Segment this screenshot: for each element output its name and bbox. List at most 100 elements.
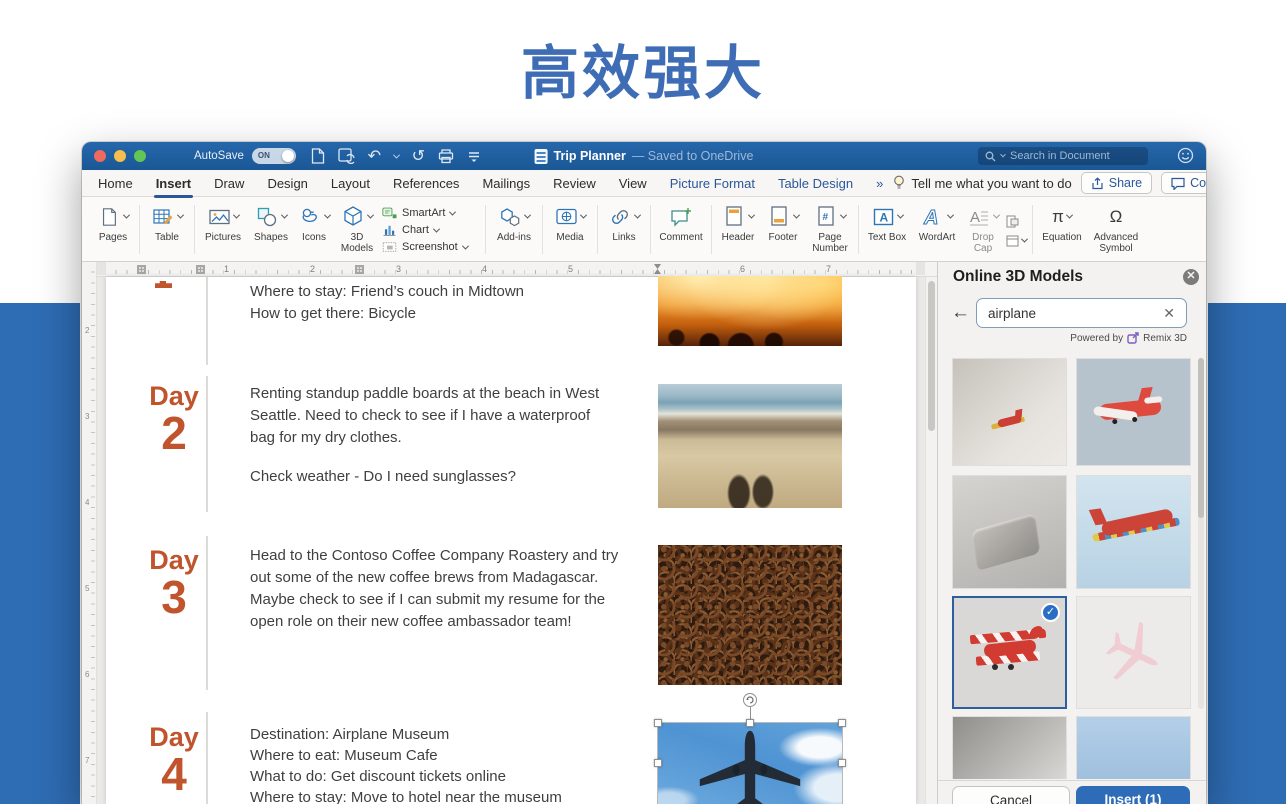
panel-scrollbar[interactable]	[1198, 358, 1204, 709]
comment-button[interactable]: Comment	[654, 200, 708, 261]
tab-picture-format[interactable]: Picture Format	[670, 176, 755, 191]
model-search-input[interactable]: airplane ✕	[976, 298, 1187, 328]
table-column-marker[interactable]	[355, 265, 364, 274]
tab-draw[interactable]: Draw	[214, 176, 244, 191]
table-button[interactable]: Table	[143, 200, 191, 261]
resize-handle-top-right[interactable]	[838, 719, 846, 727]
day2-beach-photo[interactable]	[658, 384, 842, 508]
tell-me-box[interactable]: Tell me what you want to do	[893, 175, 1071, 191]
search-in-document-input[interactable]: Search in Document	[978, 147, 1148, 165]
object-button[interactable]	[1006, 215, 1027, 228]
3d-models-button[interactable]: 3D Models	[334, 200, 380, 261]
doc-text-line[interactable]: Where to eat: Museum Cafe	[250, 747, 438, 764]
doc-text-line[interactable]: Maybe check to see if I can submit my re…	[250, 591, 605, 608]
model-thumb-striped-wing-plane[interactable]	[1076, 475, 1191, 589]
model-thumb-biplane-selected[interactable]: ✓	[952, 596, 1067, 709]
print-icon[interactable]	[438, 148, 455, 165]
day3-number[interactable]: 3	[136, 574, 212, 620]
wordart-button[interactable]: A WordArt	[912, 200, 962, 261]
tab-design[interactable]: Design	[267, 176, 307, 191]
day4-airplane-photo-selected[interactable]	[658, 723, 842, 804]
back-arrow-icon[interactable]: ←	[951, 302, 970, 324]
table-column-marker[interactable]	[196, 265, 205, 274]
doc-text-line[interactable]: open role on their new coffee ambassador…	[250, 613, 572, 630]
resize-handle-top-center[interactable]	[746, 719, 754, 727]
feedback-smiley-icon[interactable]	[1177, 147, 1194, 164]
doc-text-line[interactable]: How to get there: Bicycle	[250, 305, 416, 322]
undo-chevron-icon[interactable]	[393, 151, 400, 158]
advanced-symbol-button[interactable]: Ω Advanced Symbol	[1088, 200, 1144, 261]
page-number-button[interactable]: # Page Number	[805, 200, 855, 261]
tab-review[interactable]: Review	[553, 176, 596, 191]
rotate-handle[interactable]	[743, 693, 757, 707]
tab-mailings[interactable]: Mailings	[482, 176, 530, 191]
pictures-button[interactable]: Pictures	[198, 200, 248, 261]
doc-text-line[interactable]: Renting standup paddle boards at the bea…	[250, 385, 599, 402]
model-thumb-gray-slab[interactable]	[952, 475, 1067, 589]
media-button[interactable]: Media	[546, 200, 594, 261]
doc-text-line[interactable]: Head to the Contoso Coffee Company Roast…	[250, 547, 618, 564]
pages-button[interactable]: Pages	[90, 200, 136, 261]
panel-close-icon[interactable]: ✕	[1183, 269, 1199, 285]
drop-cap-button[interactable]: A Drop Cap	[962, 200, 1004, 261]
undo-icon[interactable]: ↶	[366, 148, 383, 165]
autosave-toggle[interactable]: ON	[252, 148, 296, 164]
new-document-icon[interactable]	[310, 148, 327, 165]
tab-overflow-chevron[interactable]: »	[876, 176, 883, 191]
resize-handle-mid-left[interactable]	[654, 759, 662, 767]
zoom-window-button[interactable]	[134, 150, 146, 162]
doc-text-line[interactable]: Where to stay: Move to hotel near the mu…	[250, 789, 562, 804]
day2-number[interactable]: 2	[136, 410, 212, 456]
doc-text-line[interactable]: Destination: Airplane Museum	[250, 726, 449, 743]
date-time-button[interactable]	[1006, 234, 1027, 247]
minimize-window-button[interactable]	[114, 150, 126, 162]
model-thumb-partial-blue[interactable]	[1076, 716, 1191, 779]
tab-layout[interactable]: Layout	[331, 176, 370, 191]
resize-handle-top-left[interactable]	[654, 719, 662, 727]
links-button[interactable]: Links	[601, 200, 647, 261]
day4-number[interactable]: 4	[136, 751, 212, 797]
doc-text-line[interactable]: out some of the new coffee brews from Ma…	[250, 569, 598, 586]
cancel-button[interactable]: Cancel	[952, 786, 1070, 804]
icons-button[interactable]: Icons	[294, 200, 334, 261]
add-ins-button[interactable]: Add-ins	[489, 200, 539, 261]
document-page[interactable]: 1 Where to stay: Friend’s couch in Midto…	[106, 277, 916, 804]
document-scrollbar[interactable]	[925, 277, 937, 804]
resize-handle-mid-right[interactable]	[838, 759, 846, 767]
customize-toolbar-icon[interactable]	[466, 148, 483, 165]
search-scope-chevron-icon[interactable]	[1000, 152, 1006, 158]
table-column-marker[interactable]	[137, 265, 146, 274]
doc-text-line[interactable]: Seattle. Need to check to see if I have …	[250, 407, 590, 424]
tab-references[interactable]: References	[393, 176, 459, 191]
model-thumb-small-red-plane[interactable]	[952, 358, 1067, 466]
model-thumb-pale-pink-plane[interactable]	[1076, 596, 1191, 709]
clear-search-icon[interactable]: ✕	[1163, 305, 1175, 322]
selected-check-icon[interactable]: ✓	[1041, 603, 1060, 622]
close-window-button[interactable]	[94, 150, 106, 162]
comments-button[interactable]: Comments	[1161, 172, 1206, 194]
doc-text-line[interactable]: Check weather - Do I need sunglasses?	[250, 468, 516, 485]
doc-text-line[interactable]: bag for my dry clothes.	[250, 429, 402, 446]
smartart-button[interactable]: SmartArt	[382, 205, 480, 221]
table-resize-marker[interactable]	[653, 264, 662, 275]
doc-text-line[interactable]: What to do: Get discount tickets online	[250, 768, 506, 785]
tab-insert[interactable]: Insert	[156, 176, 191, 191]
shapes-button[interactable]: Shapes	[248, 200, 294, 261]
tab-view[interactable]: View	[619, 176, 647, 191]
chart-button[interactable]: Chart	[382, 222, 480, 238]
save-sync-icon[interactable]	[338, 148, 355, 165]
header-button[interactable]: Header	[715, 200, 761, 261]
share-button[interactable]: Share	[1081, 172, 1152, 194]
redo-icon[interactable]: ↺	[410, 148, 427, 165]
panel-scrollbar-thumb[interactable]	[1198, 358, 1204, 518]
day1-number-partial[interactable]: 1	[155, 281, 172, 296]
text-box-button[interactable]: A Text Box	[862, 200, 912, 261]
insert-button[interactable]: Insert (1)	[1076, 786, 1190, 804]
doc-text-line[interactable]: Where to stay: Friend’s couch in Midtown	[250, 283, 524, 300]
footer-button[interactable]: Footer	[761, 200, 805, 261]
screenshot-button[interactable]: Screenshot	[382, 239, 480, 255]
day3-coffee-photo[interactable]	[658, 545, 842, 685]
equation-button[interactable]: π Equation	[1036, 200, 1088, 261]
tab-home[interactable]: Home	[98, 176, 133, 191]
scrollbar-thumb[interactable]	[928, 281, 935, 431]
